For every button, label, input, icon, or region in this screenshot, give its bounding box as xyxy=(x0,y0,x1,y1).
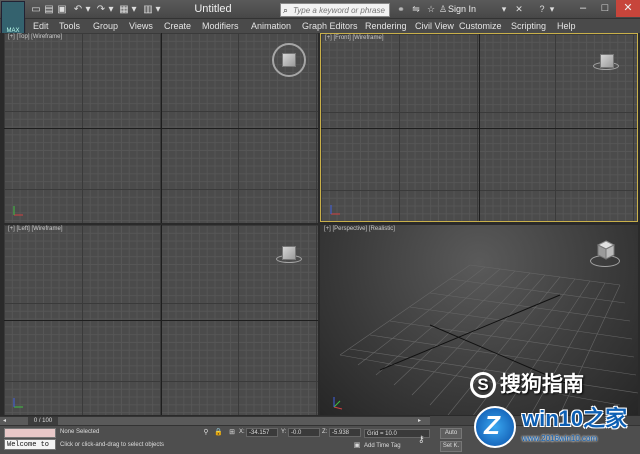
menu-edit[interactable]: Edit xyxy=(33,19,49,33)
absolute-mode-icon[interactable]: ⊞ xyxy=(228,428,236,437)
axis-gizmo-icon xyxy=(13,206,23,216)
isolate-icon[interactable]: ⚲ xyxy=(202,428,210,437)
win10-logo-icon: Z xyxy=(474,406,516,448)
y-label: Y: xyxy=(281,429,287,435)
axis-gizmo-icon xyxy=(333,397,343,410)
viewcube[interactable] xyxy=(596,239,616,261)
sogou-logo-icon: S xyxy=(470,372,496,399)
redo-icon[interactable]: ↷ xyxy=(95,3,107,16)
win10-brand-text: win10之家 xyxy=(522,406,628,431)
menu-rendering[interactable]: Rendering xyxy=(365,19,407,33)
viewport-area: [+] [Top] [Wireframe] [+] [Front] [Wiref… xyxy=(0,33,640,416)
axis-gizmo-icon xyxy=(330,205,340,215)
viewport-front[interactable]: [+] [Front] [Wireframe] xyxy=(320,33,638,222)
time-slider-label[interactable]: 0 / 100 xyxy=(28,417,58,425)
slider-prev-icon[interactable]: ◂ xyxy=(3,417,6,425)
project-dropdown-icon[interactable]: ▾ xyxy=(130,3,138,16)
set-key-button[interactable]: Set K. xyxy=(440,441,462,452)
new-icon[interactable]: ▭ xyxy=(30,3,42,16)
help-icon[interactable]: ? xyxy=(537,3,547,16)
user-icon[interactable]: ♙ xyxy=(438,3,448,16)
menu-bar: Edit Tools Group Views Create Modifiers … xyxy=(26,19,640,33)
workspace-icon[interactable]: ▥ xyxy=(142,3,154,16)
app-window: ▭ ▤ ▣ ↶ ▾ ↷ ▾ ▦ ▾ ▥ ▾ Untitled ⌕ ⚭ ⇋ ☆ ♙… xyxy=(0,0,640,454)
close-button[interactable]: ✕ xyxy=(616,0,640,17)
menu-modifiers[interactable]: Modifiers xyxy=(202,19,239,33)
win10-watermark: Z win10之家 www.2016win10.com xyxy=(470,402,640,454)
viewcube[interactable] xyxy=(282,246,296,260)
menu-create[interactable]: Create xyxy=(164,19,191,33)
x-label: X: xyxy=(239,429,245,435)
x-coordinate-field[interactable]: -34.157 xyxy=(246,428,278,437)
grid-axis-vertical xyxy=(161,225,162,415)
key-icon[interactable]: ⚷ xyxy=(418,434,425,445)
project-icon[interactable]: ▦ xyxy=(118,3,130,16)
add-time-tag-button[interactable]: Add Time Tag xyxy=(364,441,401,451)
menu-tools[interactable]: Tools xyxy=(59,19,80,33)
win10-url-text: www.2016win10.com xyxy=(522,434,598,443)
title-bar: ▭ ▤ ▣ ↶ ▾ ↷ ▾ ▦ ▾ ▥ ▾ Untitled ⌕ ⚭ ⇋ ☆ ♙… xyxy=(0,0,640,19)
open-icon[interactable]: ▤ xyxy=(43,3,55,16)
menu-help[interactable]: Help xyxy=(557,19,576,33)
minimize-button[interactable]: – xyxy=(572,0,594,17)
menu-graph-editors[interactable]: Graph Editors xyxy=(302,19,358,33)
menu-group[interactable]: Group xyxy=(93,19,118,33)
prompt-line: Click or click-and-drag to select object… xyxy=(60,442,165,448)
grid-axis-vertical xyxy=(479,34,480,221)
maximize-button[interactable]: □ xyxy=(594,0,616,17)
menu-views[interactable]: Views xyxy=(129,19,153,33)
sign-in-dropdown-icon[interactable]: ▾ xyxy=(500,3,508,16)
selection-lock-icon[interactable]: 🔒 xyxy=(214,428,223,437)
help-dropdown-icon[interactable]: ▾ xyxy=(548,3,556,16)
viewcube[interactable] xyxy=(282,53,296,67)
viewport-top[interactable]: [+] [Top] [Wireframe] xyxy=(4,33,318,223)
viewport-label-front[interactable]: [+] [Front] [Wireframe] xyxy=(325,35,384,41)
menu-customize[interactable]: Customize xyxy=(459,19,502,33)
redo-dropdown-icon[interactable]: ▾ xyxy=(107,3,115,16)
grid-axis-vertical xyxy=(161,33,162,223)
menu-animation[interactable]: Animation xyxy=(251,19,291,33)
search-input[interactable] xyxy=(293,4,389,16)
maxscript-listener-pink[interactable] xyxy=(4,428,56,438)
undo-icon[interactable]: ↶ xyxy=(72,3,84,16)
axis-gizmo-icon xyxy=(13,398,23,408)
y-coordinate-field[interactable]: -0.0 xyxy=(288,428,320,437)
menu-civil-view[interactable]: Civil View xyxy=(415,19,454,33)
viewcube[interactable] xyxy=(600,54,614,68)
exchange-icon[interactable]: ✕ xyxy=(513,3,525,16)
viewport-left[interactable]: [+] [Left] [Wireframe] xyxy=(4,225,318,415)
maxscript-mini-listener[interactable]: Welcome to xyxy=(4,439,56,450)
auto-key-button[interactable]: Auto xyxy=(440,428,462,439)
time-tag-icon[interactable]: ▣ xyxy=(353,441,361,450)
search-box[interactable]: ⌕ xyxy=(280,3,390,17)
sogou-watermark: S 搜狗指南 xyxy=(470,368,620,402)
selection-status: None Selected xyxy=(60,429,100,435)
sign-in-link[interactable]: Sign In xyxy=(448,3,498,16)
viewport-label-top[interactable]: [+] [Top] [Wireframe] xyxy=(8,34,62,40)
z-label: Z: xyxy=(322,429,328,435)
z-coordinate-field[interactable]: -5.938 xyxy=(329,428,361,437)
application-button[interactable]: MAX xyxy=(1,1,25,37)
binoculars-icon: ⌕ xyxy=(283,5,289,15)
undo-dropdown-icon[interactable]: ▾ xyxy=(84,3,92,16)
favorites-star-icon[interactable]: ☆ xyxy=(425,3,437,16)
viewport-label-left[interactable]: [+] [Left] [Wireframe] xyxy=(8,226,63,232)
subscription-icon[interactable]: ⇋ xyxy=(410,3,422,16)
sogou-brand-text: 搜狗指南 xyxy=(500,373,584,396)
document-title: Untitled xyxy=(194,3,232,15)
time-slider[interactable]: 0 / 100 ◂ ▸ xyxy=(0,416,430,425)
workspace-dropdown-icon[interactable]: ▾ xyxy=(154,3,162,16)
slider-next-icon[interactable]: ▸ xyxy=(418,417,421,425)
save-icon[interactable]: ▣ xyxy=(56,3,68,16)
binoculars-icon[interactable]: ⚭ xyxy=(395,3,407,16)
menu-scripting[interactable]: Scripting xyxy=(511,19,546,33)
